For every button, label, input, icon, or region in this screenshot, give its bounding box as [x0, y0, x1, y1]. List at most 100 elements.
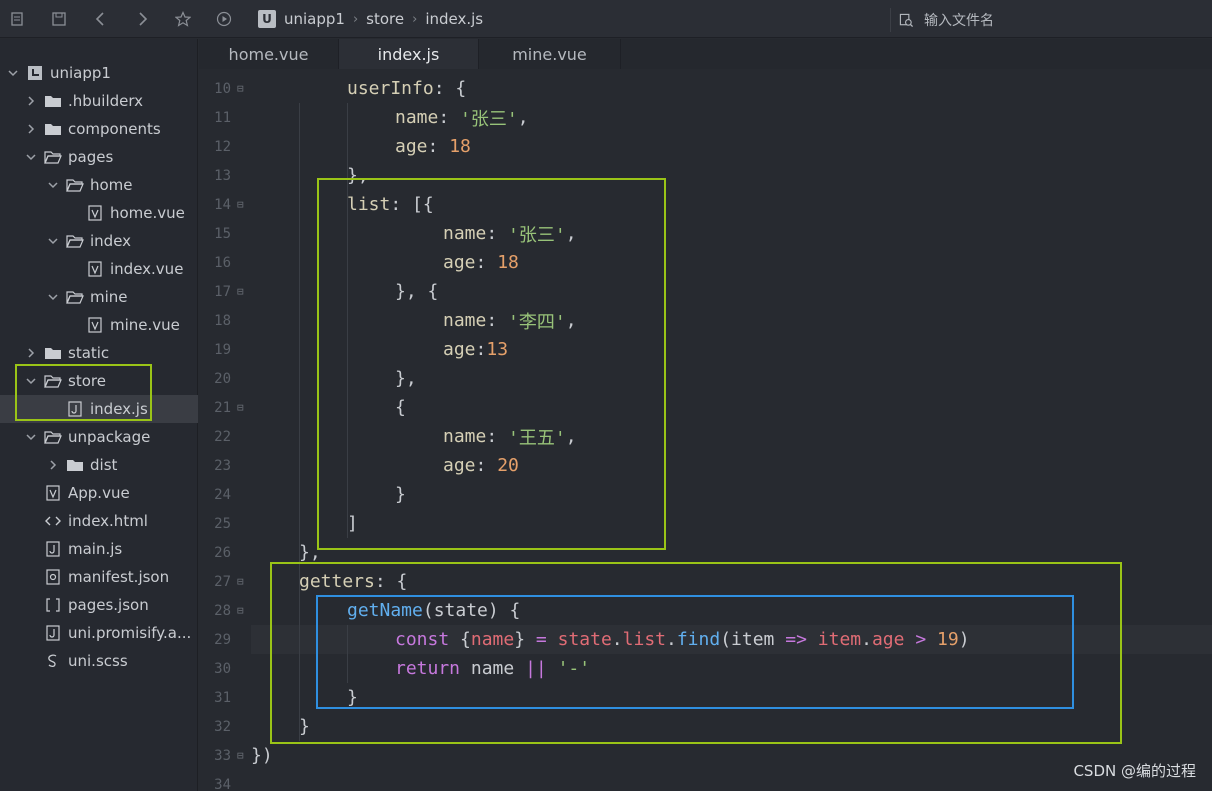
star-icon[interactable] [171, 7, 195, 31]
fold-toggle-icon[interactable]: ⊟ [237, 567, 247, 596]
chevron-down-icon[interactable] [24, 430, 38, 444]
code-line[interactable]: }) [251, 741, 273, 770]
code-line[interactable]: name: '张三', [443, 219, 577, 248]
scss-file-icon [44, 653, 62, 669]
chevron-right-icon[interactable] [24, 122, 38, 136]
code-token: }, [347, 165, 369, 186]
code-token: : [475, 339, 487, 360]
line-number: 31 [214, 689, 231, 706]
tree-item-dist[interactable]: dist [0, 451, 198, 479]
tree-item-manifest-json[interactable]: manifest.json [0, 563, 198, 591]
tree-item-app-vue[interactable]: App.vue [0, 479, 198, 507]
code-line[interactable]: age: 20 [443, 451, 519, 480]
tree-item-static[interactable]: static [0, 339, 198, 367]
code-line[interactable]: } [347, 683, 358, 712]
back-icon[interactable] [89, 7, 113, 31]
line-number: 27 [214, 573, 231, 590]
tab-index-js[interactable]: index.js [339, 39, 479, 69]
code-token: { [449, 629, 471, 650]
code-line[interactable]: age:13 [443, 335, 508, 364]
tree-item-pages-json[interactable]: pages.json [0, 591, 198, 619]
line-number: 15 [214, 225, 231, 242]
chevron-down-icon[interactable] [24, 150, 38, 164]
tree-item-components[interactable]: components [0, 115, 198, 143]
tree-item-hbuilderx[interactable]: .hbuilderx [0, 87, 198, 115]
chevron-down-icon[interactable] [6, 66, 20, 80]
chevron-right-icon[interactable] [24, 94, 38, 108]
tree-item-mine-vue[interactable]: mine.vue [0, 311, 198, 339]
file-search-icon [899, 13, 914, 27]
tree-item-index-html[interactable]: index.html [0, 507, 198, 535]
chevron-right-icon[interactable] [24, 346, 38, 360]
tree-item-pages[interactable]: pages [0, 143, 198, 171]
code-line[interactable]: }, [299, 538, 321, 567]
tree-item-main-js[interactable]: main.js [0, 535, 198, 563]
save-icon[interactable] [47, 7, 71, 31]
code-line[interactable]: getName (state) { [347, 596, 520, 625]
code-line[interactable]: list: [{ [347, 190, 434, 219]
code-token: . [861, 629, 872, 650]
fold-toggle-icon[interactable]: ⊟ [237, 741, 247, 770]
run-icon[interactable] [212, 7, 236, 31]
fold-toggle-icon[interactable]: ⊟ [237, 393, 247, 422]
code-line[interactable]: return name || '-' [395, 654, 590, 683]
code-token: : [475, 455, 498, 476]
code-line[interactable]: name: '李四', [443, 306, 577, 335]
code-line[interactable]: const {name} = state. list. find (item => i… [395, 625, 970, 654]
tree-item-store[interactable]: store [0, 367, 198, 395]
tree-item-home-vue[interactable]: home.vue [0, 199, 198, 227]
code-line[interactable]: { [395, 393, 406, 422]
manifest-icon [44, 569, 62, 585]
fold-toggle-icon[interactable]: ⊟ [237, 596, 247, 625]
fold-toggle-icon[interactable]: ⊟ [237, 190, 247, 219]
tree-item-label: uni.scss [68, 652, 128, 670]
js-file-icon [44, 625, 62, 641]
breadcrumb-item[interactable]: index.js [425, 10, 483, 28]
code-line[interactable]: age: 18 [443, 248, 519, 277]
chevron-down-icon[interactable] [24, 374, 38, 388]
tree-item-index-vue[interactable]: index.vue [0, 255, 198, 283]
folder-open-icon [66, 289, 84, 305]
code-line[interactable]: name: '张三', [395, 103, 529, 132]
tree-item-mine[interactable]: mine [0, 283, 198, 311]
tab-home-vue[interactable]: home.vue [199, 39, 339, 69]
watermark: CSDN @编的过程 [1073, 762, 1196, 780]
tree-item-uniapp1[interactable]: uniapp1 [0, 59, 198, 87]
code-token: } [395, 484, 406, 505]
code-line[interactable]: }, [395, 364, 417, 393]
file-search-input[interactable]: 输入文件名 [890, 8, 1212, 32]
code-line[interactable]: userInfo: { [347, 74, 466, 103]
code-line[interactable]: age: 18 [395, 132, 471, 161]
line-number: 17 [214, 283, 231, 300]
chevron-down-icon[interactable] [46, 178, 60, 192]
tree-item-home[interactable]: home [0, 171, 198, 199]
chevron-down-icon[interactable] [46, 290, 60, 304]
folder-icon [66, 457, 84, 473]
fold-toggle-icon[interactable]: ⊟ [237, 277, 247, 306]
breadcrumb-item[interactable]: uniapp1 [284, 10, 345, 28]
breadcrumb-item[interactable]: store [366, 10, 404, 28]
code-editor[interactable]: 10 ⊟ userInfo: {11 name: '张三', 12 age: 18 13},… [199, 69, 1212, 791]
fold-toggle-icon[interactable]: ⊟ [237, 74, 247, 103]
tree-item-index[interactable]: index [0, 227, 198, 255]
code-line[interactable]: } [395, 480, 406, 509]
new-file-icon[interactable] [6, 7, 30, 31]
code-line[interactable]: } [299, 712, 310, 741]
code-line[interactable]: }, [347, 161, 369, 190]
forward-icon[interactable] [130, 7, 154, 31]
chevron-right-icon[interactable] [46, 458, 60, 472]
code-line[interactable]: getters: { [299, 567, 407, 596]
tab-mine-vue[interactable]: mine.vue [479, 39, 621, 69]
tree-item-uni-promisify-a[interactable]: uni.promisify.a... [0, 619, 198, 647]
tree-item-uni-scss[interactable]: uni.scss [0, 647, 198, 675]
tree-item-index-js[interactable]: index.js [0, 395, 198, 423]
tree-item-unpackage[interactable]: unpackage [0, 423, 198, 451]
chevron-down-icon[interactable] [46, 234, 60, 248]
code-line[interactable]: }, { [395, 277, 438, 306]
code-line[interactable]: ] [347, 509, 358, 538]
js-file-icon [66, 401, 84, 417]
code-line[interactable]: name: '王五', [443, 422, 577, 451]
code-token: } [347, 687, 358, 708]
tree-item-label: main.js [68, 540, 123, 558]
